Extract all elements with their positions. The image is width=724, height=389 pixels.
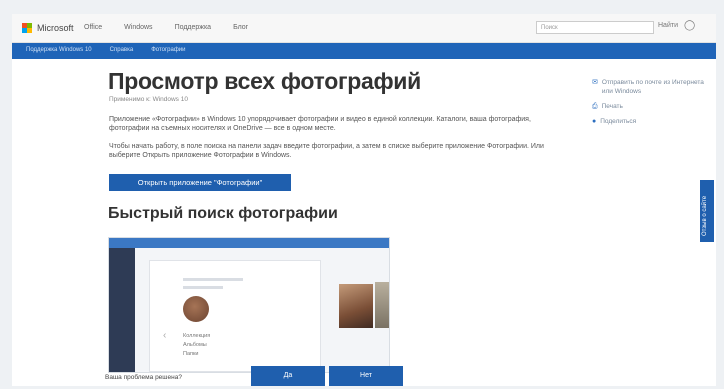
photo-thumbnail (375, 282, 389, 328)
people-icon: ● (592, 118, 597, 125)
envelope-icon: ✉ (592, 79, 598, 86)
nav-link-1[interactable]: Office (84, 24, 102, 31)
cart-icon[interactable]: ◯ (684, 20, 696, 32)
screenshot-panel (149, 260, 321, 372)
search-input[interactable]: Поиск (536, 21, 654, 34)
breadcrumb-bar: Поддержка Windows 10 Справка Фотографии (12, 43, 716, 59)
sidebar-item-label: Печать (601, 103, 623, 110)
breadcrumb-item-1[interactable]: Поддержка Windows 10 (22, 47, 96, 53)
feedback-question: Ваша проблема решена? (105, 374, 182, 381)
search-button[interactable]: Найти (658, 22, 678, 29)
breadcrumb: Поддержка Windows 10 Справка Фотографии (22, 47, 190, 53)
screenshot-text-line (183, 286, 223, 289)
print-icon: ⎙ (592, 103, 598, 110)
chevron-left-icon: ‹ (163, 330, 167, 341)
open-photos-button[interactable]: Открыть приложение "Фотографии" (109, 174, 291, 191)
top-navigation: Microsoft Office Windows Поддержка Блог … (12, 14, 716, 43)
photo-thumbnail (339, 284, 373, 328)
sidebar-item-label: Поделиться (600, 118, 637, 125)
nav-links: Office Windows Поддержка Блог (84, 24, 248, 31)
breadcrumb-item-2[interactable]: Справка (106, 47, 138, 53)
instructions-paragraph: Чтобы начать работу, в поле поиска на па… (109, 143, 544, 159)
avatar (183, 296, 209, 322)
screenshot-titlebar (109, 238, 389, 248)
sidebar-item-print[interactable]: ⎙ Печать (592, 102, 712, 111)
site-feedback-tab[interactable]: Отзыв о сайте (700, 180, 714, 242)
applies-to-text: Применимо к: Windows 10 (109, 96, 188, 103)
sidebar-item-share[interactable]: ● Поделиться (592, 117, 712, 126)
brand-logo[interactable]: Microsoft (22, 23, 74, 33)
sidebar-item-label: Отправить по почте из Интернета или Wind… (601, 79, 704, 95)
feedback-tab-label: Отзыв о сайте (702, 195, 708, 236)
embedded-screenshot: ‹ Коллекция Альбомы Папки (108, 237, 390, 373)
brand-name: Microsoft (37, 23, 74, 33)
breadcrumb-item-3[interactable]: Фотографии (147, 47, 189, 53)
screenshot-sidebar (109, 248, 135, 372)
intro-paragraph: Приложение «Фотографии» в Windows 10 упо… (109, 116, 531, 132)
nav-link-4[interactable]: Блог (233, 24, 248, 31)
right-sidebar: ✉ Отправить по почте из Интернета или Wi… (592, 78, 712, 132)
screenshot-menu-item: Коллекция (183, 333, 211, 339)
nav-link-2[interactable]: Windows (124, 24, 152, 31)
browser-page: Microsoft Office Windows Поддержка Блог … (12, 14, 716, 386)
screenshot-menu-list: Коллекция Альбомы Папки (183, 332, 210, 359)
microsoft-logo-icon (22, 23, 32, 33)
section-heading: Быстрый поиск фотографии (108, 205, 338, 222)
screenshot-menu-item: Альбомы (183, 342, 207, 348)
nav-link-3[interactable]: Поддержка (175, 24, 212, 31)
feedback-yes-button[interactable]: Да (251, 366, 325, 386)
sidebar-item-email[interactable]: ✉ Отправить по почте из Интернета или Wi… (592, 78, 712, 96)
page-title: Просмотр всех фотографий (108, 68, 421, 94)
feedback-no-button[interactable]: Нет (329, 366, 403, 386)
screenshot-menu-item: Папки (183, 351, 199, 357)
screenshot-text-line (183, 278, 243, 281)
